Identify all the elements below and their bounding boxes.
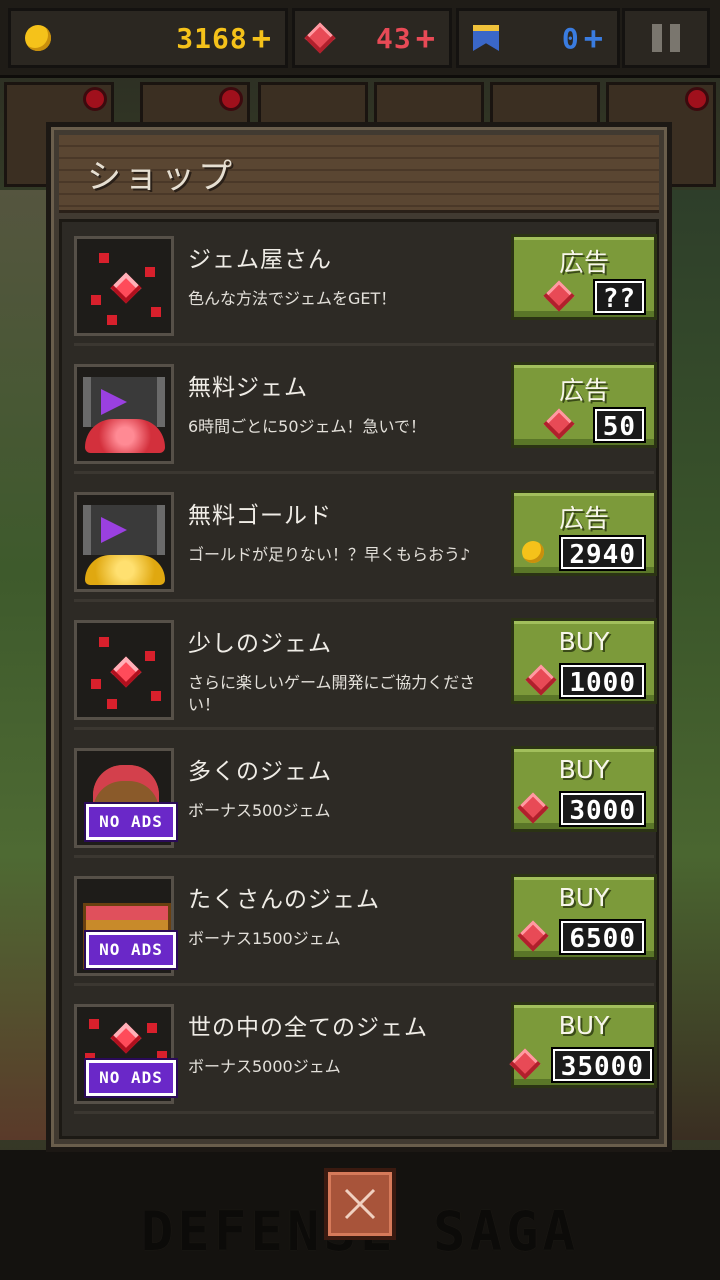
video-gold-thumbnail (74, 492, 174, 592)
button-label: BUY (558, 627, 610, 656)
gem-icon (543, 408, 575, 440)
item-price: 1000 (561, 665, 644, 698)
button-label: 広告 (558, 504, 609, 533)
play-icon (101, 389, 127, 415)
item-price: ?? (594, 281, 644, 314)
item-description: 色んな方法でジェムをGET！ (188, 289, 397, 308)
gem-value: 43 (376, 21, 412, 55)
gem-icon (509, 1048, 541, 1080)
gem-icon (304, 22, 336, 54)
buy-button[interactable]: BUY 1000 (511, 618, 657, 704)
close-button[interactable] (324, 1168, 396, 1240)
item-description: さらに楽しいゲーム開発にご協力ください！ (188, 673, 476, 714)
video-gems-thumbnail (74, 364, 174, 464)
no-ads-badge: NO ADS (86, 804, 176, 840)
gems-thumbnail (74, 236, 174, 336)
item-description: ゴールドが足りない！？早くもらおう♪ (188, 545, 471, 564)
button-label: 広告 (558, 376, 609, 405)
item-price: 50 (594, 409, 644, 442)
shop-item-list: ジェム屋さん 色んな方法でジェムをGET！ 広告 ?? 無料ジェム 6時間ごとに… (59, 219, 659, 1139)
resource-bar: 3168 + 43 + 0 + (0, 0, 720, 78)
ticket-value: 0 (561, 21, 580, 55)
no-ads-badge: NO ADS (86, 932, 176, 968)
shop-item-all-gems: 世の中の全てのジェム ボーナス5000ジェム BUY 35000 NO ADS (74, 996, 657, 1114)
shop-item-few-gems: 少しのジェム さらに楽しいゲーム開発にご協力ください！ BUY 1000 (74, 612, 657, 730)
item-price: 6500 (561, 921, 644, 954)
ticket-icon (473, 25, 499, 51)
buy-button[interactable]: BUY 35000 (509, 1002, 657, 1088)
gem-icon (517, 792, 549, 824)
item-name: たくさんのジェム (188, 887, 380, 913)
shop-item-free-gold: 無料ゴールド ゴールドが足りない！？早くもらおう♪ 広告 2940 (74, 484, 657, 602)
notification-dot (685, 87, 709, 111)
add-gem-button[interactable]: + (416, 19, 435, 57)
item-description: 6時間ごとに50ジェム！急いで！ (188, 417, 427, 436)
watch-ad-button[interactable]: 広告 2940 (511, 490, 657, 576)
coin-icon (25, 25, 51, 51)
shop-item-lots-of-gems: たくさんのジェム ボーナス1500ジェム BUY 6500 NO ADS (74, 868, 657, 986)
buy-button[interactable]: BUY 6500 (511, 874, 657, 960)
item-name: 無料ジェム (188, 375, 308, 401)
watch-ad-button[interactable]: 広告 50 (511, 362, 657, 448)
no-ads-badge: NO ADS (86, 1060, 176, 1096)
buy-button[interactable]: BUY 3000 (511, 746, 657, 832)
button-label: BUY (558, 883, 610, 912)
gold-counter[interactable]: 3168 + (8, 8, 288, 68)
item-name: 世の中の全てのジェム (188, 1015, 428, 1041)
pause-icon (652, 24, 662, 52)
add-gold-button[interactable]: + (252, 19, 271, 57)
button-label: BUY (558, 1011, 610, 1040)
play-icon (101, 517, 127, 543)
item-price: 2940 (561, 537, 644, 570)
coin-icon (522, 541, 544, 563)
shop-title: ショップ (87, 157, 235, 197)
gem-icon (525, 664, 557, 696)
item-price: 3000 (561, 793, 644, 826)
item-name: 少しのジェム (188, 631, 332, 657)
pause-button[interactable] (622, 8, 710, 68)
gold-value: 3168 (176, 21, 248, 55)
shop-item-gem-shop: ジェム屋さん 色んな方法でジェムをGET！ 広告 ?? (74, 228, 657, 346)
close-icon (344, 1188, 376, 1220)
notification-dot (219, 87, 243, 111)
gem-counter[interactable]: 43 + (292, 8, 452, 68)
item-name: ジェム屋さん (188, 247, 332, 273)
item-name: 多くのジェム (188, 759, 332, 785)
gem-icon (517, 920, 549, 952)
gem-icon (543, 280, 575, 312)
add-ticket-button[interactable]: + (584, 19, 603, 57)
item-description: ボーナス500ジェム (188, 801, 331, 820)
button-label: 広告 (558, 248, 609, 277)
item-price: 35000 (552, 1049, 652, 1082)
shop-item-free-gems: 無料ジェム 6時間ごとに50ジェム！急いで！ 広告 50 (74, 356, 657, 474)
button-label: BUY (558, 755, 610, 784)
shop-dialog: ショップ ジェム屋さん 色んな方法でジェムをGET！ 広告 ?? 無料ジェム 6… (46, 122, 672, 1152)
item-description: ボーナス5000ジェム (188, 1057, 341, 1076)
item-name: 無料ゴールド (188, 503, 332, 529)
ticket-counter[interactable]: 0 + (456, 8, 620, 68)
notification-dot (83, 87, 107, 111)
shop-header: ショップ (59, 135, 659, 213)
game-screen: DEFENSE SAGA 3168 + 43 + 0 + ショップ ジェム屋さん… (0, 0, 720, 1280)
watch-ad-button[interactable]: 広告 ?? (511, 234, 657, 320)
item-description: ボーナス1500ジェム (188, 929, 341, 948)
shop-item-many-gems: 多くのジェム ボーナス500ジェム BUY 3000 NO ADS (74, 740, 657, 858)
gems-thumbnail (74, 620, 174, 720)
